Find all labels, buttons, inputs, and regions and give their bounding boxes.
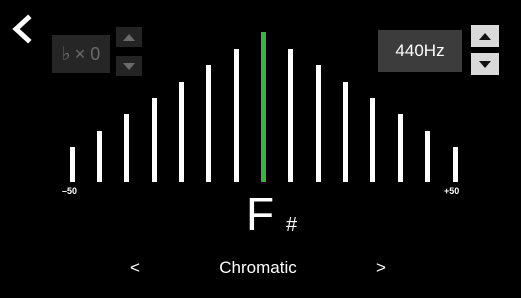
meter-bar xyxy=(124,114,130,182)
meter-bar xyxy=(69,147,75,182)
tuner-mode-label: Chromatic xyxy=(219,258,297,277)
meter-bar xyxy=(178,81,184,182)
mode-next-button[interactable]: > xyxy=(376,258,386,278)
meter-bar xyxy=(96,130,102,182)
meter-center-bar xyxy=(261,32,266,182)
note-name: F xyxy=(246,188,275,240)
meter-bar xyxy=(343,81,349,182)
meter-bar xyxy=(425,130,431,182)
scale-max-label: +50 xyxy=(444,186,460,196)
meter-bar xyxy=(233,49,239,182)
meter-bar xyxy=(206,65,212,182)
mode-prev-button[interactable]: < xyxy=(130,258,140,278)
meter-bar xyxy=(452,147,458,182)
meter-bar xyxy=(397,114,403,182)
tuning-meter xyxy=(0,0,521,200)
meter-bar xyxy=(315,65,321,182)
scale-min-label: –50 xyxy=(62,186,78,196)
meter-bar xyxy=(151,98,157,182)
meter-bar xyxy=(288,49,294,182)
note-accidental: # xyxy=(286,214,298,236)
meter-bar xyxy=(370,98,376,182)
